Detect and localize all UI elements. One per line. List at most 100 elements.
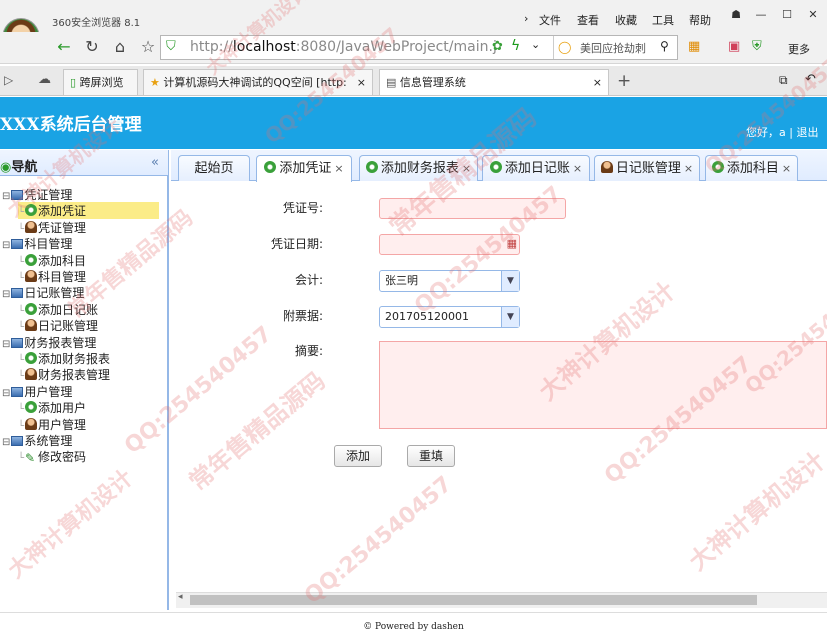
close-tab-icon[interactable]: × [782,162,791,175]
home-icon[interactable]: ⌂ [110,36,130,58]
chevron-down-icon[interactable]: ▼ [501,307,519,327]
security-icon[interactable]: ⛨ [752,39,762,54]
menu-tools[interactable]: 工具 [652,12,674,28]
sidebar-group-2[interactable]: ⊟ 日记账管理 [2,284,84,301]
refresh-icon[interactable]: ↻ [82,36,102,58]
browser-tab-qq[interactable]: ★ 计算机源码大神调试的QQ空间 [http: × [143,69,373,95]
user-icon [25,220,38,233]
back-icon[interactable]: ← [54,36,74,58]
voucher-no-input[interactable] [379,198,566,219]
maximize-icon[interactable]: ☐ [779,8,795,22]
dropdown-icon[interactable]: ⌄ [531,38,540,51]
calendar-icon[interactable]: ▦ [507,237,517,250]
sidebar-group-5[interactable]: ⊟ 系统管理 [2,432,72,449]
tree-line: └ [18,355,25,366]
sidebar-toggle-icon[interactable]: ▷ [4,73,13,87]
collapse-toggle-icon[interactable]: ⊟ [2,437,10,448]
minimize-icon[interactable]: — [753,8,769,22]
apps-icon[interactable]: ▦ [688,39,700,54]
collapse-toggle-icon[interactable]: ⊟ [2,240,10,251]
more-menu[interactable]: 更多 [788,41,810,57]
close-tab-icon[interactable]: × [357,70,366,95]
sidebar-item-label: 添加用户 [38,401,87,416]
sidebar-item-label: 日记账管理 [38,319,99,334]
close-tab-icon[interactable]: × [462,162,471,175]
summary-label: 摘要: [294,344,323,358]
bookmark-icon[interactable]: ▣ [728,39,740,54]
footer-text: © Powered by dashen [363,622,464,632]
attachment-select[interactable]: 201705120001 ▼ [379,306,520,328]
search-icon[interactable]: ⚲ [660,39,669,53]
star-icon[interactable]: ☆ [138,36,158,58]
chevron-down-icon[interactable]: ▼ [501,271,519,291]
tree-line: └ [18,207,25,219]
collapse-toggle-icon[interactable]: ⊟ [2,289,10,300]
accountant-select[interactable]: 张三明 ▼ [379,270,520,292]
folder-icon [11,239,24,250]
sidebar-item-label: 财务报表管理 [38,368,111,383]
sidebar-group-0[interactable]: ⊟ 凭证管理 [2,186,72,203]
close-window-icon[interactable]: ✕ [805,8,821,22]
browser-tab-cross-screen[interactable]: ▯ 跨屏浏览 [63,69,138,95]
menu-help[interactable]: 帮助 [689,12,711,28]
collapse-toggle-icon[interactable]: ⊟ [2,191,10,202]
page-tab-2[interactable]: 添加财务报表 × [359,155,478,181]
sidebar-item-3-1[interactable]: └ 财务报表管理 [18,366,110,383]
extension-icon[interactable]: ✿ [492,39,503,54]
sidebar-group-label: 科目管理 [24,237,73,252]
sidebar-item-2-1[interactable]: └ 日记账管理 [18,317,98,334]
undo-icon[interactable]: ↶ [805,72,816,87]
close-tab-icon[interactable]: × [593,70,602,95]
folder-icon [11,386,24,397]
sidebar-item-0-1[interactable]: └ 凭证管理 [18,219,86,236]
menu-view[interactable]: 查看 [577,12,599,28]
sidebar-item-2-0[interactable]: └ 添加日记账 [18,301,98,318]
skin-icon[interactable]: ☗ [728,8,744,22]
add-button[interactable]: 添加 [334,445,382,467]
nav-icon: ◉ [0,160,12,175]
sidebar-group-4[interactable]: ⊟ 用户管理 [2,383,72,400]
sidebar-item-3-0[interactable]: └ 添加财务报表 [18,350,110,367]
add-icon [25,253,38,266]
close-tab-icon[interactable]: × [334,162,343,175]
tab-list-icon[interactable]: ⧉ [779,73,788,88]
page-tab-1[interactable]: 添加凭证 × [256,155,352,182]
page-tab-4[interactable]: 日记账管理 × [594,155,700,181]
sidebar-item-1-0[interactable]: └ 添加科目 [18,252,86,269]
sidebar-item-5-0[interactable]: └✎ 修改密码 [18,448,86,465]
logout-link[interactable]: 退出 [796,126,818,139]
collapse-icon[interactable]: « [151,155,159,170]
sidebar-item-0-0[interactable]: └ 添加凭证 [18,202,159,220]
page-tab-label: 日记账管理 [615,161,681,176]
address-url[interactable]: http://localhost:8080/JavaWebProject/mai… [190,39,497,55]
close-tab-icon[interactable]: × [573,162,582,175]
page-tab-3[interactable]: 添加日记账 × [482,155,590,181]
voucher-date-input[interactable]: ▦ [379,234,520,255]
page-tab-5[interactable]: 添加科目 × [705,155,798,181]
search-box[interactable]: ◯ 美回应抢劫刺 ⚲ [553,36,678,59]
browser-tab-info-system[interactable]: ▤ 信息管理系统 × [379,69,609,95]
sidebar-item-4-0[interactable]: └ 添加用户 [18,399,86,416]
sidebar-group-1[interactable]: ⊟ 科目管理 [2,235,72,252]
menu-file[interactable]: 文件 [539,12,561,28]
menu-arrow-icon[interactable]: › [524,12,528,25]
user-icon [25,270,38,282]
flash-icon[interactable]: ϟ [511,38,520,54]
sidebar-item-4-1[interactable]: └ 用户管理 [18,416,86,433]
reset-button[interactable]: 重填 [407,445,455,467]
sidebar-group-3[interactable]: ⊟ 财务报表管理 [2,334,96,351]
scroll-left-icon[interactable]: ◂ [178,592,183,602]
summary-textarea[interactable] [379,341,827,429]
scrollbar-thumb[interactable] [190,595,757,605]
collapse-toggle-icon[interactable]: ⊟ [2,388,10,399]
close-tab-icon[interactable]: × [684,162,693,175]
menu-favorites[interactable]: 收藏 [615,12,637,28]
sidebar-item-1-1[interactable]: └ 科目管理 [18,268,86,285]
browser-tab-label: 计算机源码大神调试的QQ空间 [http: [163,76,347,89]
page-tab-label: 添加科目 [726,161,779,176]
new-tab-icon[interactable]: + [617,71,631,91]
page-tab-0[interactable]: 起始页 [178,155,250,181]
cloud-icon[interactable]: ☁ [38,72,51,87]
collapse-toggle-icon[interactable]: ⊟ [2,339,10,350]
tree-line: └ [18,273,25,284]
